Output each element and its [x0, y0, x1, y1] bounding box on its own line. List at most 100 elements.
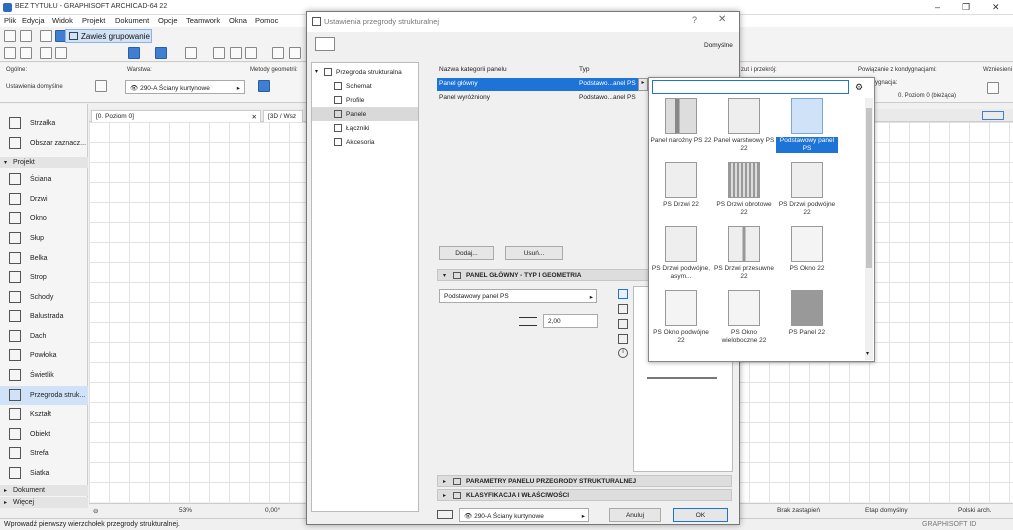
- tool-wall[interactable]: Ściana: [0, 170, 88, 189]
- menu-okna[interactable]: Okna: [229, 16, 247, 25]
- close-icon[interactable]: ✕: [718, 14, 726, 25]
- picker-item[interactable]: PS Okno podwójne 22: [650, 290, 712, 352]
- lang-value[interactable]: Polski arch.: [958, 507, 992, 514]
- add-button[interactable]: Dodaj...: [439, 246, 494, 260]
- guide-icon[interactable]: [40, 47, 52, 59]
- picker-item[interactable]: PS Drzwi obrotowe 22: [713, 162, 775, 224]
- tool-shell[interactable]: Powłoka: [0, 346, 88, 365]
- remove-button[interactable]: Usuń...: [505, 246, 563, 260]
- redo2-icon[interactable]: [20, 47, 32, 59]
- panel-row-main[interactable]: Panel główny Podstawo...anel PS: [437, 78, 647, 91]
- view-icon[interactable]: [245, 47, 257, 59]
- picker-item[interactable]: PS Drzwi przesuwne 22: [713, 226, 775, 288]
- pen-icon[interactable]: [213, 47, 225, 59]
- angle-value[interactable]: 0,00°: [265, 507, 280, 514]
- menu-edycja[interactable]: Edycja: [22, 16, 45, 25]
- tool-marquee[interactable]: Obszar zaznacz...: [0, 134, 88, 153]
- grid-icon[interactable]: [185, 47, 197, 59]
- redo-icon[interactable]: [20, 30, 32, 42]
- select-icon[interactable]: [40, 30, 52, 42]
- menu-opcje[interactable]: Opcje: [158, 16, 178, 25]
- tree-item-junctions[interactable]: Łączniki: [312, 121, 418, 135]
- tool-zone[interactable]: Strefa: [0, 444, 88, 463]
- picker-item[interactable]: PS Okno wieloboczne 22: [713, 290, 775, 352]
- menu-teamwork[interactable]: Teamwork: [186, 16, 220, 25]
- replace-value[interactable]: Brak zastąpień: [777, 507, 820, 514]
- section-project[interactable]: ▾ Projekt: [0, 157, 88, 168]
- element-icon[interactable]: [95, 80, 107, 92]
- trace-icon[interactable]: [55, 47, 67, 59]
- picker-scrollbar[interactable]: ▾: [865, 98, 873, 360]
- tool-column[interactable]: Słup: [0, 229, 88, 248]
- scrollbar-thumb[interactable]: [866, 108, 872, 268]
- picker-item[interactable]: Panel warstwowy PS 22: [713, 98, 775, 160]
- layer-dropdown[interactable]: 👁 290-A Ściany kurtynowe ▸: [125, 80, 245, 94]
- gear-icon[interactable]: ⚙: [855, 82, 863, 93]
- tool-morph[interactable]: Kształt: [0, 405, 88, 424]
- section-parameters[interactable]: ▸ PARAMETRY PANELU PRZEGRODY STRUKTURALN…: [437, 475, 732, 487]
- minimize-icon[interactable]: –: [935, 2, 940, 12]
- cancel-button[interactable]: Anuluj: [609, 508, 661, 522]
- menu-widok[interactable]: Widok: [52, 16, 73, 25]
- tab-floor-plan[interactable]: [0. Poziom 0] ✕: [91, 110, 261, 122]
- tool-roof[interactable]: Dach: [0, 327, 88, 346]
- tool-skylight[interactable]: Świetlik: [0, 366, 88, 385]
- camera-icon[interactable]: [272, 47, 284, 59]
- tool-slab[interactable]: Strop: [0, 268, 88, 287]
- chevron-down-icon[interactable]: ▾: [866, 350, 869, 357]
- tool-stair[interactable]: Schody: [0, 288, 88, 307]
- tree-item-profiles[interactable]: Profile: [312, 93, 418, 107]
- tool-mesh[interactable]: Siatka: [0, 464, 88, 483]
- tool-object[interactable]: Obiekt: [0, 425, 88, 444]
- dimension-view-icon[interactable]: [618, 334, 628, 344]
- help-icon[interactable]: ?: [692, 15, 697, 25]
- tool-door[interactable]: Drzwi: [0, 190, 88, 209]
- tree-item-accessories[interactable]: Akcesoria: [312, 135, 418, 149]
- picker-item[interactable]: PS Drzwi 22: [650, 162, 712, 224]
- tree-item-curtain-wall[interactable]: ▾ Przegroda strukturalna: [312, 65, 418, 79]
- tool-window[interactable]: Okno: [0, 209, 88, 228]
- undo2-icon[interactable]: [4, 47, 16, 59]
- section-view-icon[interactable]: [618, 304, 628, 314]
- tree-item-scheme[interactable]: Schemat: [312, 79, 418, 93]
- restore-icon[interactable]: ❐: [962, 2, 970, 13]
- picker-item[interactable]: Panel narożny PS 22: [650, 98, 712, 160]
- tool-railing[interactable]: Balustrada: [0, 307, 88, 326]
- eraser-icon[interactable]: [230, 47, 242, 59]
- section-more[interactable]: ▸ Więcej: [0, 497, 88, 508]
- close-icon[interactable]: ✕: [252, 113, 257, 121]
- close-icon[interactable]: ✕: [992, 2, 1000, 13]
- snap-icon[interactable]: [128, 47, 140, 59]
- info-icon[interactable]: i: [618, 348, 628, 358]
- undo-icon[interactable]: [4, 30, 16, 42]
- tab-3d[interactable]: [3D / Wsz: [263, 110, 303, 122]
- stage-value[interactable]: Etap domyślny: [865, 507, 908, 514]
- layer-combo-icon[interactable]: [155, 47, 167, 59]
- picker-item[interactable]: PS Drzwi podwójne 22: [776, 162, 838, 224]
- settings-icon[interactable]: [289, 47, 301, 59]
- picker-item[interactable]: PS Okno 22: [776, 226, 838, 288]
- model-view-icon[interactable]: [618, 319, 628, 329]
- zoom-value[interactable]: 53%: [179, 507, 192, 514]
- tool-beam[interactable]: Belka: [0, 249, 88, 268]
- tree-item-panels[interactable]: Panele: [312, 107, 418, 121]
- ok-button[interactable]: OK: [673, 508, 728, 522]
- floor-value[interactable]: 0. Poziom 0 (bieżąca): [898, 93, 956, 99]
- menu-pomoc[interactable]: Pomoc: [255, 16, 278, 25]
- section-document[interactable]: ▸ Dokument: [0, 485, 88, 496]
- floor-plan-view-icon[interactable]: [618, 289, 628, 299]
- grid-structure-icon[interactable]: [987, 82, 999, 94]
- picker-item[interactable]: PS Panel 22: [776, 290, 838, 352]
- section-classification[interactable]: ▸ KLASYFIKACJA I WŁAŚCIWOŚCI: [437, 489, 732, 501]
- zoom-icon[interactable]: ⊖: [93, 507, 98, 515]
- picker-item[interactable]: PS Drzwi podwójne, asym...: [650, 226, 712, 288]
- thickness-input[interactable]: 2,00: [543, 314, 598, 328]
- menu-projekt[interactable]: Projekt: [82, 16, 105, 25]
- panel-type-dropdown[interactable]: Podstawowy panel PS ▸: [439, 289, 597, 303]
- tool-curtain-wall[interactable]: Przegroda struk...: [0, 386, 88, 405]
- menu-plik[interactable]: Plik: [4, 16, 16, 25]
- view-settings-icon[interactable]: [982, 111, 1004, 120]
- type-picker-arrow-icon[interactable]: ▸: [638, 78, 648, 91]
- tool-arrow[interactable]: Strzałka: [0, 114, 88, 133]
- panel-row-highlight[interactable]: Panel wyróżniony Podstawo...anel PS: [437, 92, 647, 105]
